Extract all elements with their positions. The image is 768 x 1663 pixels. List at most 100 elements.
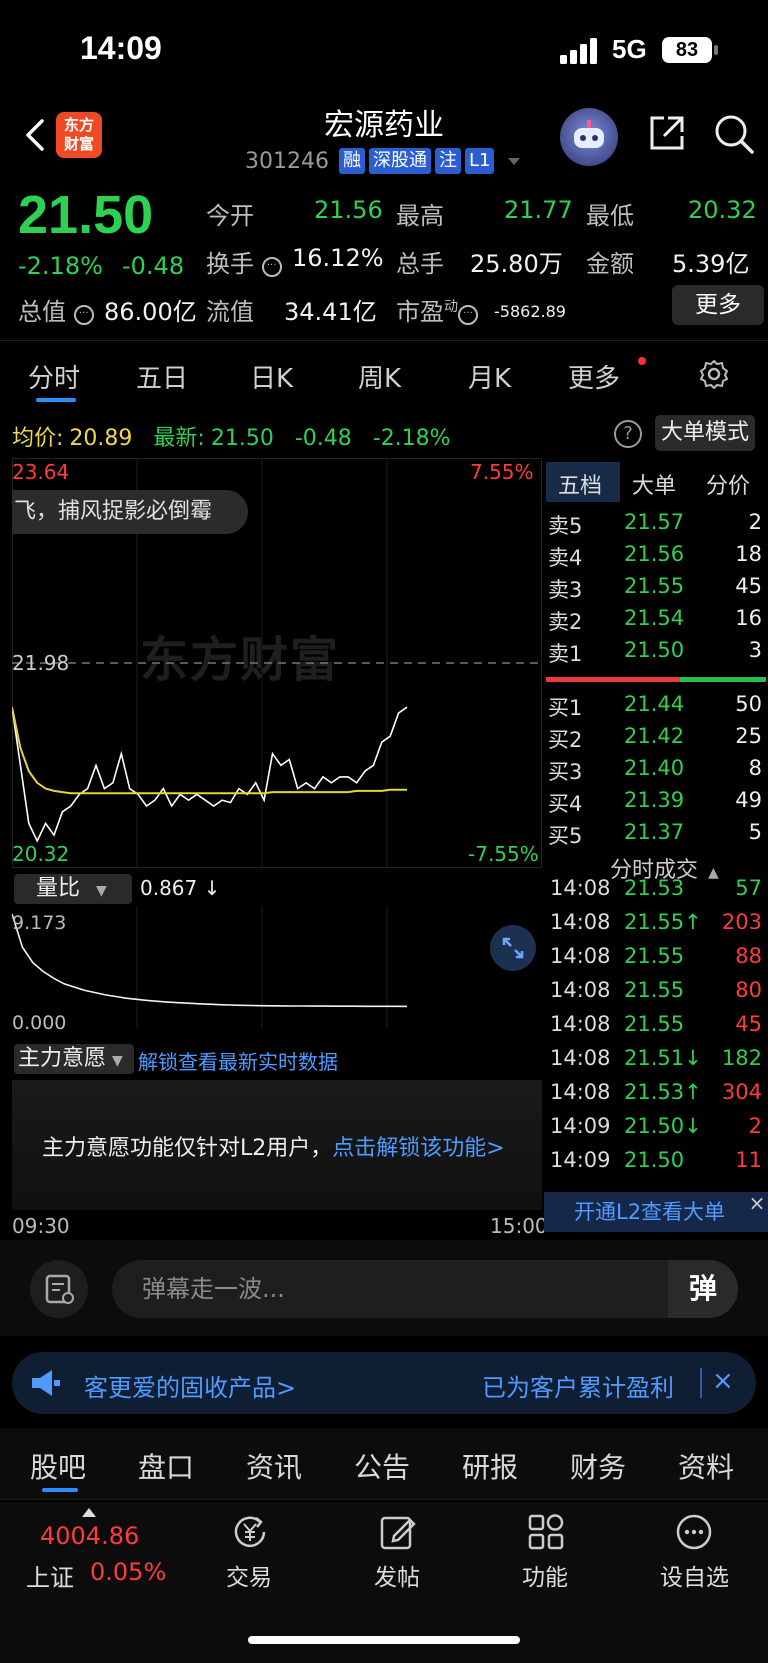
tick-row: 14:09 21.50↓ 2 [550,1114,764,1146]
unlock-data-link[interactable]: 解锁查看最新实时数据 [138,1046,338,1075]
post-edit-icon[interactable] [378,1512,418,1552]
battery-icon: 83 [662,37,712,63]
nav-watchlist-label[interactable]: 设自选 [660,1558,729,1592]
ad-text-right[interactable]: 已为客户累计盈利 [482,1368,674,1403]
tick-time: 14:08 [550,1012,611,1036]
trade-yen-icon[interactable] [230,1512,270,1552]
tab-5day[interactable]: 五日 [136,358,188,395]
help-icon[interactable]: ? [614,420,642,448]
ad-text-left[interactable]: 客更爱的固收产品> [84,1368,296,1403]
tab-more[interactable]: 更多 [568,358,620,395]
signal-icon [560,38,597,64]
open-label: 今开 [206,202,254,230]
buy-row: 买3 21.40 8 [548,756,762,784]
tab-announcements[interactable]: 公告 [354,1446,410,1486]
danmu-bubble: 飞，捕风捉影必倒霉 [12,490,248,534]
battery-tip [714,45,718,55]
tick-price: 21.53 [624,876,685,900]
tab-pankou[interactable]: 盘口 [138,1446,194,1486]
index-pct[interactable]: 0.05% [90,1558,166,1586]
zhuli-select[interactable]: 主力意愿 ▼ [14,1044,134,1074]
pe-label[interactable]: 市盈动 ··· [396,292,478,327]
unlock-feature-link[interactable]: 点击解锁该功能> [332,1136,504,1161]
avg-price-row: 均价: 20.89 最新: 21.50 -0.48 -2.18% [12,420,451,452]
index-value[interactable]: 4004.86 [40,1522,139,1550]
tab-price-dist[interactable]: 分价 [706,468,750,500]
open-value: 21.56 [314,196,383,224]
status-time: 14:09 [80,30,162,66]
close-icon[interactable]: × [712,1366,734,1396]
dropdown-icon: ▼ [96,883,107,899]
tick-row: 14:08 21.55 88 [550,944,764,976]
tick-volume: 2 [748,1114,762,1138]
amount-label: 金额 [586,250,634,278]
post-list-icon[interactable] [30,1260,88,1318]
more-button[interactable]: 更多 [672,285,764,325]
robot-assistant-icon[interactable] [560,108,618,166]
open-l2-banner[interactable]: 开通L2查看大单 [544,1192,768,1232]
nav-functions-label[interactable]: 功能 [522,1558,568,1592]
amount-value: 5.39亿 [672,250,750,278]
tick-volume: 203 [721,910,762,934]
info-icon: ··· [458,305,478,325]
tick-price: 21.55↑ [624,910,702,934]
gear-icon[interactable] [698,358,730,390]
tab-profile[interactable]: 资料 [678,1446,734,1486]
tab-intraday[interactable]: 分时 [28,358,80,395]
price-line [12,706,408,843]
turnover-value: 16.12% [292,244,384,272]
tab-big-orders[interactable]: 大单 [632,468,676,500]
tag-margin: 融 [338,148,365,174]
tick-time: 14:09 [550,1148,611,1172]
volume-ratio-select[interactable]: 量比 ▼ [14,874,132,904]
nav-post-label[interactable]: 发帖 [374,1558,420,1592]
chart-low-pct: -7.55% [468,842,539,866]
danmu-toggle-button[interactable]: 弹 [668,1260,738,1318]
tick-row: 14:08 21.51↓ 182 [550,1046,764,1078]
big-order-mode-button[interactable]: 大单模式 [655,415,755,451]
avg-value: 20.89 [69,426,133,451]
tick-time: 14:08 [550,910,611,934]
close-icon[interactable]: × [746,1192,768,1214]
grid-functions-icon[interactable] [526,1512,566,1552]
index-label[interactable]: 上证 [26,1558,74,1593]
tick-row: 14:08 21.53↑ 304 [550,1080,764,1112]
sell-row: 卖4 21.56 18 [548,542,762,570]
tab-monthly[interactable]: 月K [468,358,511,395]
info-icon: ··· [73,305,94,325]
latest-pct: -2.18% [372,426,451,451]
more-dots-icon[interactable] [674,1512,714,1552]
mktcap-label[interactable]: 总值 ··· [18,292,94,327]
tick-volume: 80 [735,978,762,1002]
tab-news[interactable]: 资讯 [246,1446,302,1486]
turnover-label[interactable]: 换手 ··· [206,244,282,279]
tab-guba[interactable]: 股吧 [30,1446,86,1486]
tick-price: 21.50↓ [624,1114,702,1138]
tab-daily[interactable]: 日K [250,358,293,395]
latest-change: -0.48 [294,426,352,451]
tick-price: 21.50 [624,1148,685,1172]
expand-icon[interactable] [490,925,536,971]
tab-underline [42,1488,78,1492]
sell-row: 卖2 21.54 16 [548,606,762,634]
stock-code-row[interactable]: 301246 融 深股通 注 L1 [245,146,522,176]
tab-finance[interactable]: 财务 [570,1446,626,1486]
tick-row: 14:08 21.55 45 [550,1012,764,1044]
tick-price: 21.51↓ [624,1046,702,1070]
chart-low-label: 20.32 [12,842,70,866]
zhuli-message[interactable]: 主力意愿功能仅针对L2用户，点击解锁该功能> [42,1130,505,1162]
share-icon[interactable] [646,112,688,154]
tab-weekly[interactable]: 周K [358,358,401,395]
buy-row: 买5 21.37 5 [548,820,762,848]
nav-trade-label[interactable]: 交易 [226,1558,272,1592]
buy-row: 买2 21.42 25 [548,724,762,752]
tick-row: 14:08 21.55↑ 203 [550,910,764,942]
buy-ratio-bar [680,677,766,682]
danmu-input[interactable]: 弹幕走一波... [112,1260,738,1318]
tab-research[interactable]: 研报 [462,1446,518,1486]
high-value: 21.77 [504,196,573,224]
tick-time: 14:08 [550,1046,611,1070]
search-icon[interactable] [712,112,756,156]
vr-top-label: 9.173 [12,912,67,934]
tab-five-levels[interactable]: 五档 [558,468,602,500]
